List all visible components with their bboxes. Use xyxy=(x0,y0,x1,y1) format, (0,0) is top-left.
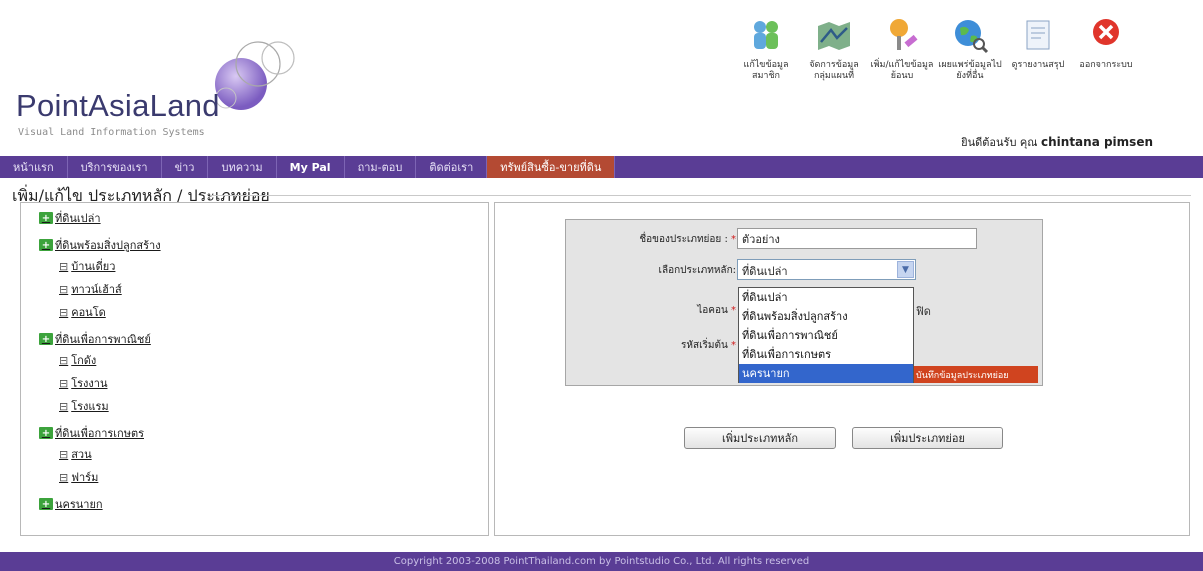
nav-home[interactable]: หน้าแรก xyxy=(0,156,68,178)
header: PointAsiaLand Visual Land Information Sy… xyxy=(0,0,1203,156)
tree-item-label: โรงแรม xyxy=(71,400,109,413)
report-icon xyxy=(1026,20,1050,50)
map-data-icon xyxy=(818,22,850,50)
nav-property[interactable]: ทรัพย์สินซื้อ-ขายที่ดิน xyxy=(487,156,616,178)
toolbar: แก้ไขข้อมูลสมาชิก จัดการข้อมูลกลุ่มแผนที… xyxy=(732,16,1202,116)
tree-item-sub[interactable]: ⊟ คอนโด xyxy=(59,303,106,321)
nav-faq[interactable]: ถาม-ตอบ xyxy=(345,156,417,178)
branch-icon: ⊟ xyxy=(59,305,69,319)
expand-icon: + xyxy=(39,212,53,224)
tree-item-label: ทาวน์เฮ้าส์ xyxy=(71,283,122,296)
chevron-down-icon: ▼ xyxy=(897,261,914,278)
tree-item-label: ที่ดินพร้อมสิ่งปลูกสร้าง xyxy=(55,239,161,252)
toolbar-label: จัดการข้อมูลกลุ่มแผนที่ xyxy=(809,60,859,81)
category-tree-panel: + ที่ดินเปล่า + ที่ดินพร้อมสิ่งปลูกสร้าง ⊟… xyxy=(20,202,489,536)
dropdown-option[interactable]: ที่ดินเพื่อการพาณิชย์ xyxy=(739,326,913,345)
tree-item-sub[interactable]: ⊟ ทาวน์เฮ้าส์ xyxy=(59,280,122,298)
app-root: PointAsiaLand Visual Land Information Sy… xyxy=(0,0,1203,571)
branch-icon: ⊟ xyxy=(59,447,69,461)
tree-item-label: บ้านเดี่ยว xyxy=(71,260,116,273)
maintype-select[interactable]: ที่ดินเปล่า ▼ xyxy=(737,259,916,280)
tree-item-label: โกดัง xyxy=(71,354,97,367)
toolbar-label: ดูรายงานสรุป xyxy=(1011,60,1065,70)
toolbar-report-button[interactable]: ดูรายงานสรุป xyxy=(1004,16,1072,116)
branch-icon: ⊟ xyxy=(59,259,69,273)
tree-item-label: ที่ดินเปล่า xyxy=(55,212,101,225)
toolbar-edit-pin-button[interactable]: เพิ่ม/แก้ไขข้อมูลย้อนบ xyxy=(868,16,936,116)
add-sub-type-button[interactable]: เพิ่มประเภทย่อย xyxy=(852,427,1003,449)
expand-icon: + xyxy=(39,427,53,439)
tree-item-label: สวน xyxy=(71,448,92,461)
toolbar-label: ออกจากระบบ xyxy=(1079,60,1133,70)
tree-item-main[interactable]: + ที่ดินเพื่อการพาณิชย์ xyxy=(39,330,151,348)
branch-icon: ⊟ xyxy=(59,470,69,484)
tree-item-sub[interactable]: ⊟ บ้านเดี่ยว xyxy=(59,257,115,275)
nav-contact[interactable]: ติดต่อเรา xyxy=(416,156,488,178)
branch-icon: ⊟ xyxy=(59,282,69,296)
toolbar-label: แก้ไขข้อมูลสมาชิก xyxy=(743,60,789,81)
maintype-selected-value: ที่ดินเปล่า xyxy=(742,265,788,278)
dropdown-option[interactable]: ที่ดินพร้อมสิ่งปลูกสร้าง xyxy=(739,307,913,326)
tree-item-sub[interactable]: ⊟ สวน xyxy=(59,445,92,463)
footer-copyright: Copyright 2003-2008 PointThailand.com by… xyxy=(0,552,1203,571)
icon-label: ไอคอน * xyxy=(697,305,736,316)
toolbar-label: เพิ่ม/แก้ไขข้อมูลย้อนบ xyxy=(870,60,934,81)
dropdown-option[interactable]: ที่ดินเปล่า xyxy=(739,288,913,307)
nav-services[interactable]: บริการของเรา xyxy=(68,156,162,178)
tree-item-main[interactable]: + ที่ดินเปล่า xyxy=(39,209,101,227)
toolbar-label: เผยแพร่ข้อมูลไปยังที่อื่น xyxy=(938,60,1002,81)
maintype-dropdown-list: ที่ดินเปล่า ที่ดินพร้อมสิ่งปลูกสร้าง ที่… xyxy=(738,287,914,383)
tree-item-sub[interactable]: ⊟ ฟาร์ม xyxy=(59,468,98,486)
title-divider xyxy=(210,195,1191,196)
user-name: chintana pimsen xyxy=(1041,135,1153,149)
maintype-label: เลือกประเภทหลัก: xyxy=(658,265,736,276)
toolbar-logout-button[interactable]: ออกจากระบบ xyxy=(1072,16,1140,116)
logout-icon xyxy=(1093,19,1119,45)
logo[interactable]: PointAsiaLand Visual Land Information Sy… xyxy=(16,36,306,146)
tree-item-main[interactable]: + ที่ดินเพื่อการเกษตร xyxy=(39,424,144,442)
nav-news[interactable]: ข่าว xyxy=(162,156,209,178)
tree-item-sub[interactable]: ⊟ โรงแรม xyxy=(59,397,109,415)
nav-articles[interactable]: บทความ xyxy=(208,156,277,178)
welcome-prefix: ยินดีต้อนรับ คุณ xyxy=(961,136,1038,149)
edit-pin-icon xyxy=(890,19,918,50)
toolbar-map-data-button[interactable]: จัดการข้อมูลกลุ่มแผนที่ xyxy=(800,16,868,116)
tree-item-label: ที่ดินเพื่อการพาณิชย์ xyxy=(55,333,151,346)
welcome-text: ยินดีต้อนรับ คุณ chintana pimsen xyxy=(961,133,1153,151)
tree-item-sub[interactable]: ⊟ โกดัง xyxy=(59,351,96,369)
dropdown-option-highlighted[interactable]: นครนายก xyxy=(739,364,913,383)
toolbar-publish-button[interactable]: เผยแพร่ข้อมูลไปยังที่อื่น xyxy=(936,16,1004,116)
subtype-label: ชื่อของประเภทย่อย : * xyxy=(639,234,736,245)
icon-hint: ฟิด xyxy=(916,305,931,318)
expand-icon: + xyxy=(39,333,53,345)
tree-item-label: นครนายก xyxy=(55,498,103,511)
globe-icon xyxy=(955,20,989,54)
subtype-name-input[interactable] xyxy=(737,228,977,249)
save-subtype-button[interactable]: บันทึกข้อมูลประเภทย่อย xyxy=(912,366,1038,383)
tree-item-main[interactable]: + นครนายก xyxy=(39,495,103,513)
branch-icon: ⊟ xyxy=(59,399,69,413)
expand-icon: + xyxy=(39,498,53,510)
nav-mypal[interactable]: My Pal xyxy=(277,156,345,178)
tree-item-main[interactable]: + ที่ดินพร้อมสิ่งปลูกสร้าง xyxy=(39,236,161,254)
prefix-label: รหัสเริ่มต้น * xyxy=(681,340,736,351)
toolbar-members-button[interactable]: แก้ไขข้อมูลสมาชิก xyxy=(732,16,800,116)
tree-item-label: โรงงาน xyxy=(71,377,108,390)
dropdown-option[interactable]: ที่ดินเพื่อการเกษตร xyxy=(739,345,913,364)
tree-item-label: คอนโด xyxy=(71,306,106,319)
add-main-type-button[interactable]: เพิ่มประเภทหลัก xyxy=(684,427,836,449)
tree-item-label: ที่ดินเพื่อการเกษตร xyxy=(55,427,144,440)
members-icon xyxy=(754,21,778,49)
branch-icon: ⊟ xyxy=(59,353,69,367)
tree-item-label: ฟาร์ม xyxy=(71,471,99,484)
tree-item-sub[interactable]: ⊟ โรงงาน xyxy=(59,374,107,392)
branch-icon: ⊟ xyxy=(59,376,69,390)
logo-subtitle: Visual Land Information Systems xyxy=(18,127,205,138)
logo-title: PointAsiaLand xyxy=(16,88,220,123)
expand-icon: + xyxy=(39,239,53,251)
main-nav: หน้าแรก บริการของเรา ข่าว บทความ My Pal … xyxy=(0,156,1203,178)
